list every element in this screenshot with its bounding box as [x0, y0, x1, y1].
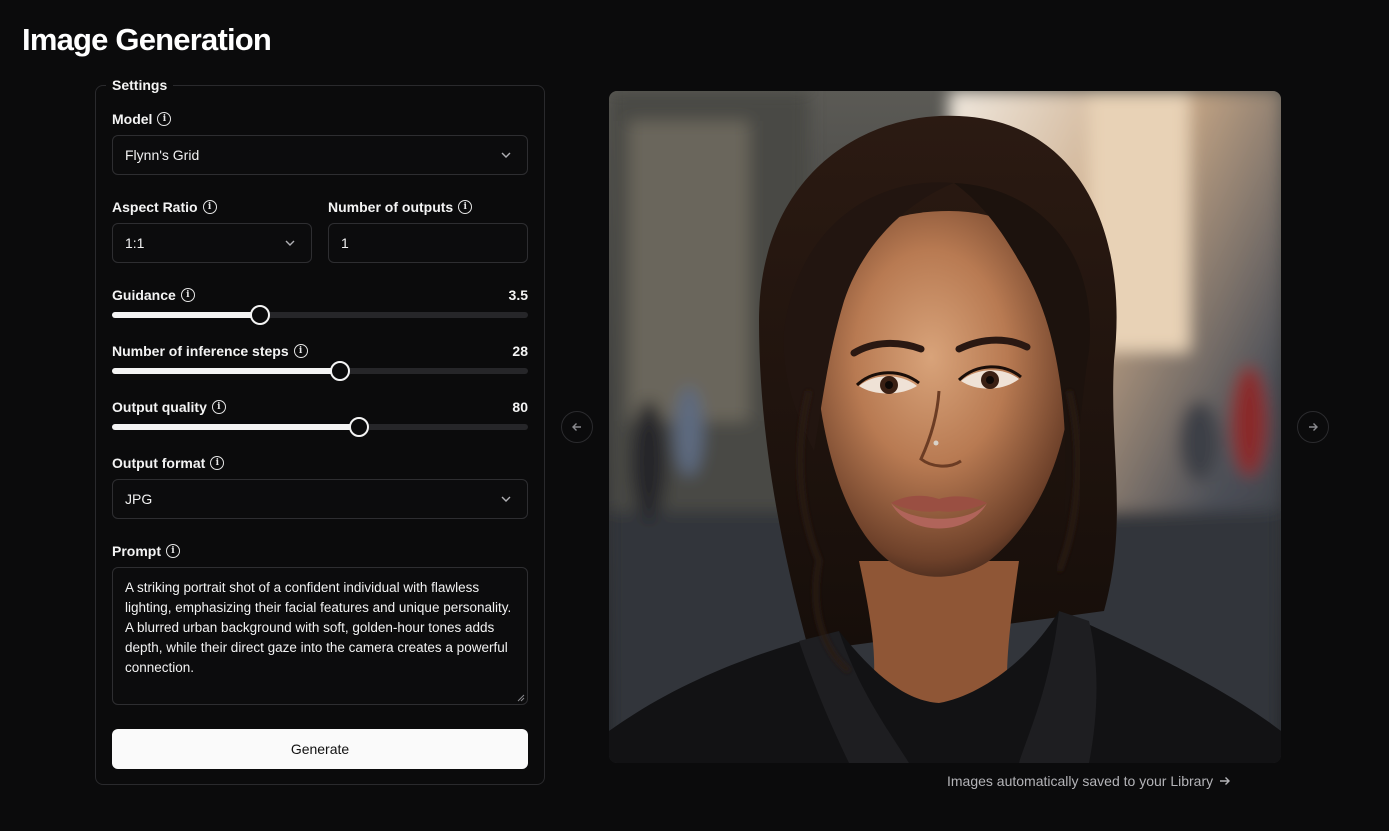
info-icon[interactable]: i: [166, 544, 180, 558]
num-outputs-label-text: Number of outputs: [328, 199, 454, 215]
info-icon[interactable]: i: [211, 400, 226, 414]
num-outputs-value: 1: [341, 235, 349, 251]
chevron-down-icon: [501, 496, 511, 502]
chevron-down-icon: [501, 152, 511, 158]
output-quality-label-text: Output quality: [112, 399, 207, 415]
settings-panel: Settings Model i Flynn's Grid Aspect Rat…: [95, 77, 545, 785]
guidance-label: Guidance i: [112, 287, 195, 303]
output-quality-label: Output quality i: [112, 399, 226, 415]
arrow-right-icon: [1220, 777, 1231, 785]
inference-steps-label: Number of inference steps i: [112, 343, 308, 359]
output-format-label: Output format i: [112, 455, 225, 471]
previous-image-button[interactable]: [561, 411, 593, 443]
guidance-value: 3.5: [508, 287, 528, 303]
library-link[interactable]: Images automatically saved to your Libra…: [947, 773, 1232, 789]
arrow-right-icon: [1309, 423, 1318, 431]
info-icon[interactable]: i: [458, 200, 473, 214]
settings-legend: Settings: [106, 77, 174, 93]
inference-steps-label-text: Number of inference steps: [112, 343, 289, 359]
resize-handle-icon[interactable]: [517, 694, 525, 702]
output-quality-value: 80: [512, 399, 528, 415]
output-format-select[interactable]: JPG: [112, 479, 528, 519]
slider-fill: [112, 424, 359, 430]
guidance-slider[interactable]: [112, 305, 528, 325]
aspect-ratio-label-text: Aspect Ratio: [112, 199, 198, 215]
model-select[interactable]: Flynn's Grid: [112, 135, 528, 175]
arrow-left-icon: [572, 423, 581, 431]
prompt-text: A striking portrait shot of a confident …: [125, 580, 512, 675]
aspect-ratio-select[interactable]: 1:1: [112, 223, 312, 263]
prompt-label-text: Prompt: [112, 543, 161, 559]
prompt-label: Prompt i: [112, 543, 180, 559]
num-outputs-label: Number of outputs i: [328, 199, 473, 215]
info-icon[interactable]: i: [180, 288, 195, 302]
inference-steps-value: 28: [512, 343, 528, 359]
output-format-value: JPG: [125, 491, 153, 507]
slider-fill: [112, 368, 340, 374]
inference-steps-slider[interactable]: [112, 361, 528, 381]
next-image-button[interactable]: [1297, 411, 1329, 443]
info-icon[interactable]: i: [293, 344, 308, 358]
slider-thumb[interactable]: [348, 417, 369, 437]
generate-button[interactable]: Generate: [112, 729, 528, 769]
info-icon[interactable]: i: [210, 456, 225, 470]
aspect-ratio-value: 1:1: [125, 235, 145, 251]
info-icon[interactable]: i: [157, 112, 172, 126]
prompt-textarea[interactable]: A striking portrait shot of a confident …: [112, 567, 528, 705]
model-label: Model i: [112, 111, 172, 127]
guidance-label-text: Guidance: [112, 287, 176, 303]
slider-thumb[interactable]: [249, 305, 270, 325]
model-label-text: Model: [112, 111, 153, 127]
model-value: Flynn's Grid: [125, 147, 200, 163]
library-link-text: Images automatically saved to your Libra…: [947, 773, 1214, 789]
num-outputs-input[interactable]: 1: [328, 223, 528, 263]
generated-image[interactable]: [609, 91, 1281, 763]
page-title: Image Generation: [22, 22, 272, 57]
chevron-down-icon: [285, 240, 295, 246]
portrait-image: [609, 91, 1281, 763]
output-format-label-text: Output format: [112, 455, 206, 471]
info-icon[interactable]: i: [202, 200, 217, 214]
slider-thumb[interactable]: [329, 361, 350, 381]
aspect-ratio-label: Aspect Ratio i: [112, 199, 217, 215]
slider-fill: [112, 312, 260, 318]
output-quality-slider[interactable]: [112, 417, 528, 437]
